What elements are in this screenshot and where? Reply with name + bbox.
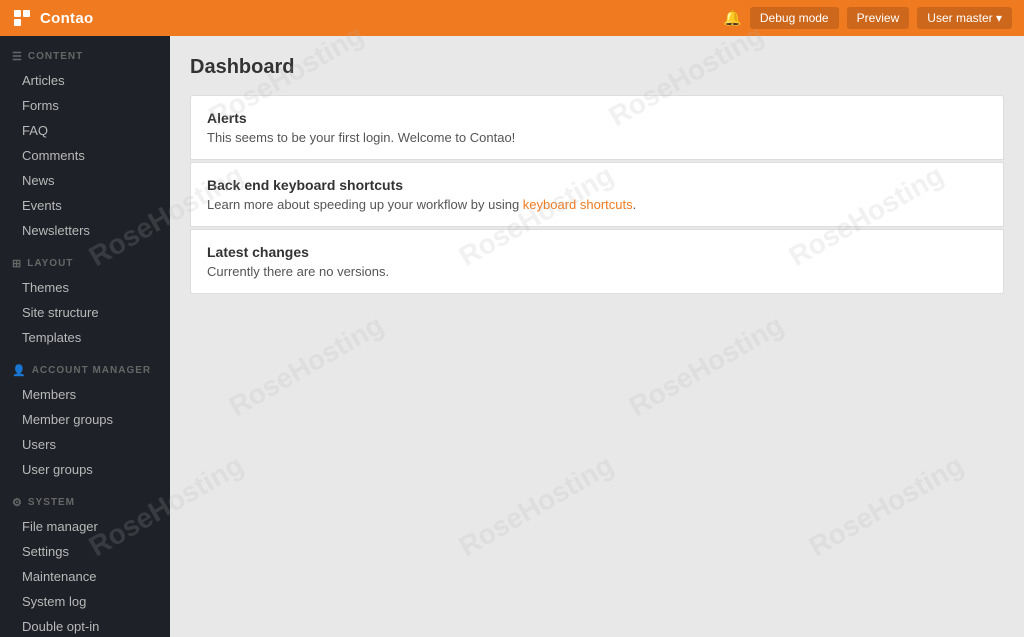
alerts-title: Alerts xyxy=(207,110,987,126)
sidebar-item-maintenance[interactable]: Maintenance xyxy=(0,564,170,589)
sidebar-item-settings[interactable]: Settings xyxy=(0,539,170,564)
shortcuts-card: Back end keyboard shortcuts Learn more a… xyxy=(190,162,1004,227)
layout-section-icon: ⊞ xyxy=(12,257,22,270)
keyboard-shortcuts-link[interactable]: keyboard shortcuts xyxy=(523,197,633,212)
sidebar: ☰ CONTENT Articles Forms FAQ Comments Ne… xyxy=(0,36,170,637)
shortcuts-title: Back end keyboard shortcuts xyxy=(207,177,987,193)
content-area: Dashboard Alerts This seems to be your f… xyxy=(170,36,1024,637)
system-section-icon: ⚙ xyxy=(12,496,23,509)
sidebar-item-articles[interactable]: Articles xyxy=(0,68,170,93)
sidebar-item-newsletters[interactable]: Newsletters xyxy=(0,218,170,243)
sidebar-item-user-groups[interactable]: User groups xyxy=(0,457,170,482)
account-section-icon: 👤 xyxy=(12,364,27,377)
shortcuts-body: Learn more about speeding up your workfl… xyxy=(207,197,987,212)
sidebar-item-forms[interactable]: Forms xyxy=(0,93,170,118)
sidebar-item-system-log[interactable]: System log xyxy=(0,589,170,614)
sidebar-item-member-groups[interactable]: Member groups xyxy=(0,407,170,432)
user-master-button[interactable]: User master ▾ xyxy=(917,7,1012,29)
page-title: Dashboard xyxy=(190,56,1004,79)
sidebar-item-users[interactable]: Users xyxy=(0,432,170,457)
sidebar-item-faq[interactable]: FAQ xyxy=(0,118,170,143)
contao-logo-icon xyxy=(12,8,32,28)
sidebar-item-double-opt-in[interactable]: Double opt-in xyxy=(0,614,170,637)
chevron-down-icon: ▾ xyxy=(996,11,1002,25)
sidebar-item-site-structure[interactable]: Site structure xyxy=(0,300,170,325)
preview-button[interactable]: Preview xyxy=(847,7,910,29)
content-section-header: ☰ CONTENT xyxy=(0,36,170,68)
app-name: Contao xyxy=(40,10,93,27)
sidebar-item-file-manager[interactable]: File manager xyxy=(0,514,170,539)
system-section-header: ⚙ SYSTEM xyxy=(0,482,170,514)
account-section-header: 👤 ACCOUNT MANAGER xyxy=(0,350,170,382)
sidebar-item-themes[interactable]: Themes xyxy=(0,275,170,300)
sidebar-item-members[interactable]: Members xyxy=(0,382,170,407)
latest-changes-title: Latest changes xyxy=(207,244,987,260)
latest-changes-card: Latest changes Currently there are no ve… xyxy=(190,229,1004,294)
header-left: Contao xyxy=(12,8,93,28)
debug-mode-button[interactable]: Debug mode xyxy=(750,7,839,29)
dashboard-cards: Alerts This seems to be your first login… xyxy=(190,95,1004,294)
sidebar-item-templates[interactable]: Templates xyxy=(0,325,170,350)
latest-changes-body: Currently there are no versions. xyxy=(207,264,987,279)
notification-icon[interactable]: 🔔 xyxy=(723,9,742,27)
alerts-card: Alerts This seems to be your first login… xyxy=(190,95,1004,160)
layout-section-header: ⊞ LAYOUT xyxy=(0,243,170,275)
top-header: Contao 🔔 Debug mode Preview User master … xyxy=(0,0,1024,36)
main-layout: ☰ CONTENT Articles Forms FAQ Comments Ne… xyxy=(0,36,1024,637)
alerts-body: This seems to be your first login. Welco… xyxy=(207,130,987,145)
sidebar-item-comments[interactable]: Comments xyxy=(0,143,170,168)
header-right: 🔔 Debug mode Preview User master ▾ xyxy=(723,7,1012,29)
content-section-icon: ☰ xyxy=(12,50,23,63)
sidebar-item-events[interactable]: Events xyxy=(0,193,170,218)
sidebar-item-news[interactable]: News xyxy=(0,168,170,193)
